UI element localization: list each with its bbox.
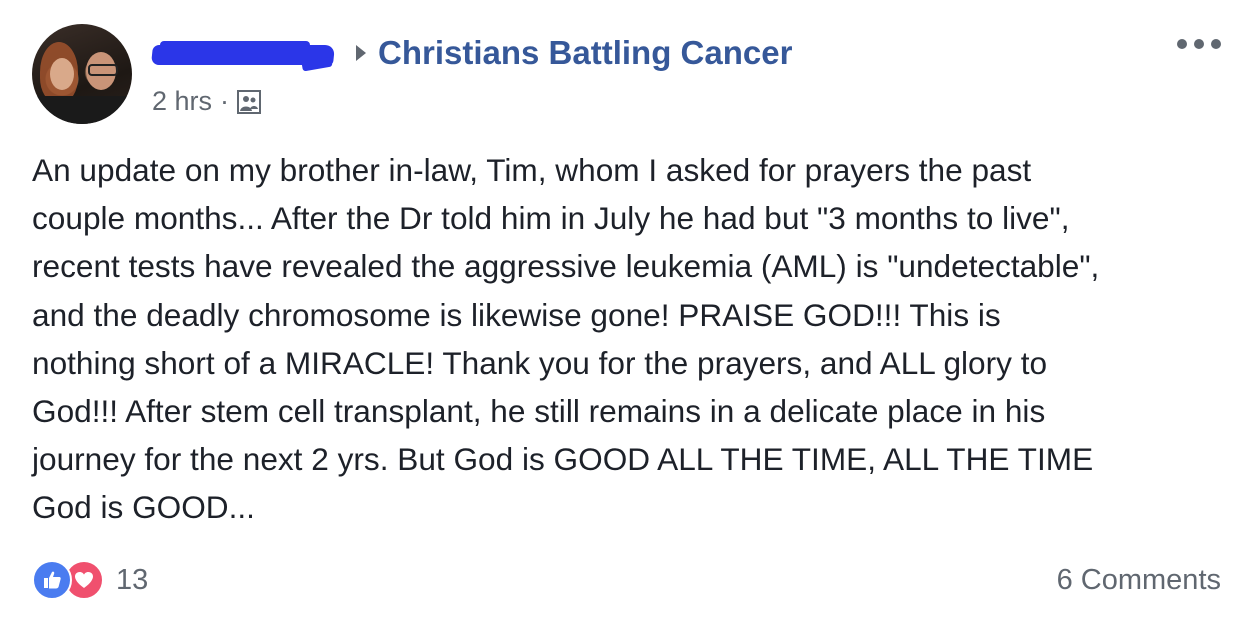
meta-separator: · [220, 86, 230, 116]
avatar-photo-detail [88, 64, 118, 76]
dot [1211, 39, 1221, 49]
like-icon [32, 560, 72, 600]
caret-right-icon [356, 45, 366, 61]
more-options-icon[interactable] [1177, 36, 1221, 52]
post-body-text: An update on my brother in-law, Tim, who… [32, 152, 1100, 526]
dot [1177, 39, 1187, 49]
author-avatar[interactable] [32, 24, 132, 124]
avatar-photo-detail [32, 96, 132, 124]
redacted-author-name[interactable] [150, 39, 342, 72]
group-icon[interactable] [237, 89, 262, 114]
avatar-photo-detail [50, 58, 74, 90]
post-meta: 2 hrs · [152, 86, 262, 117]
post-header: Christians Battling Cancer [150, 30, 792, 76]
post-timestamp[interactable]: 2 hrs [152, 86, 212, 117]
reactions-summary[interactable]: 13 [32, 560, 148, 600]
reaction-count: 13 [116, 563, 149, 596]
post-card: Christians Battling Cancer 2 hrs · An up… [0, 0, 1245, 626]
post-footer: 13 6 Comments [32, 558, 1221, 602]
group-name-link[interactable]: Christians Battling Cancer [378, 34, 792, 72]
dot [1194, 39, 1204, 49]
comments-link[interactable]: 6 Comments [1057, 564, 1221, 597]
